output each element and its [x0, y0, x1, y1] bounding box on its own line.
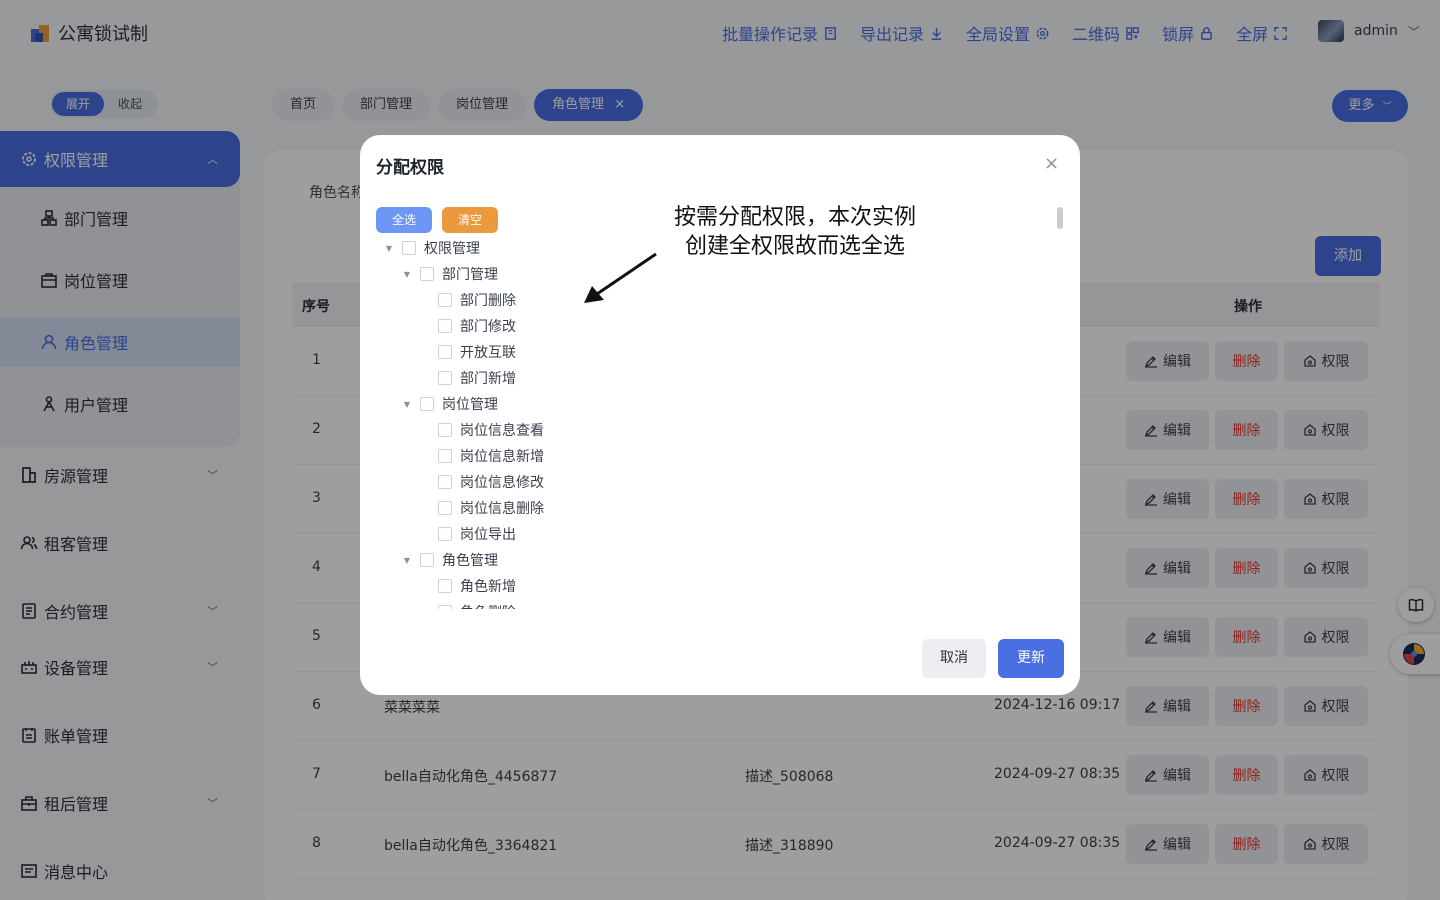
tree-node-label: 部门删除 — [460, 293, 516, 309]
annotation-arrow — [584, 252, 657, 303]
permission-tree: ▼ 权限管理 ▼ 部门管理部门删除部门修改开放互联部门新增 ▼ 岗位管理岗位信息查看 岗位信… — [376, 235, 1036, 609]
tree-node[interactable]: 岗位信息新增 — [420, 443, 544, 469]
tree-node[interactable]: ▼ 部门管理 — [402, 261, 498, 287]
tree-node[interactable]: 岗位信息查看 — [420, 417, 544, 443]
tree-node[interactable]: ▼ 岗位管理 — [402, 391, 498, 417]
tree-node-label: 岗位信息删除 — [460, 501, 544, 517]
tree-checkbox[interactable] — [420, 397, 434, 411]
tree-checkbox[interactable] — [438, 579, 452, 593]
tree-checkbox[interactable] — [438, 319, 452, 333]
tree-node-label: 角色新增 — [460, 579, 516, 595]
tree-checkbox[interactable] — [438, 423, 452, 437]
caret-down-icon[interactable]: ▼ — [402, 270, 412, 279]
tree-node-label: 部门管理 — [442, 267, 498, 283]
dialog-title: 分配权限 — [376, 158, 444, 178]
tree-node-label: 权限管理 — [424, 241, 480, 257]
update-button[interactable]: 更新 — [998, 639, 1064, 678]
clear-button[interactable]: 清空 — [442, 207, 498, 233]
tree-node-label: 岗位管理 — [442, 397, 498, 413]
tree-node-label: 角色管理 — [442, 553, 498, 569]
tree-node-label: 岗位信息查看 — [460, 423, 544, 439]
tree-node-label: 部门修改 — [460, 319, 516, 335]
tree-node[interactable]: 部门新增 — [420, 365, 516, 391]
annotation-line-2: 创建全权限故而选全选 — [684, 234, 905, 259]
tree-node[interactable]: 岗位导出 — [420, 521, 516, 547]
annotation-text: 按需分配权限，本次实例 创建全权限故而选全选 — [640, 203, 950, 261]
tree-checkbox[interactable] — [438, 605, 452, 609]
tree-node[interactable]: ▼ 角色管理 — [402, 547, 498, 573]
tree-checkbox[interactable] — [420, 267, 434, 281]
tree-node[interactable]: 岗位信息删除 — [420, 495, 544, 521]
tree-node-label: 岗位导出 — [460, 527, 516, 543]
tree-checkbox[interactable] — [438, 527, 452, 541]
annotation-line-1: 按需分配权限，本次实例 — [673, 205, 916, 230]
assign-permission-dialog: 分配权限 × 全选 清空 ▼ 权限管理 ▼ 部门管理 部门删除 部门修改 开放互联 部门新增 ▼… — [360, 135, 1080, 695]
tree-node[interactable]: 角色新增 — [420, 573, 516, 599]
select-all-button[interactable]: 全选 — [376, 207, 432, 233]
tree-checkbox[interactable] — [438, 345, 452, 359]
tree-checkbox[interactable] — [438, 475, 452, 489]
tree-checkbox[interactable] — [438, 501, 452, 515]
tree-node[interactable]: 部门修改 — [420, 313, 516, 339]
tree-node-label: 部门新增 — [460, 371, 516, 387]
tree-node-label: 岗位信息新增 — [460, 449, 544, 465]
tree-node[interactable]: 角色删除 — [420, 599, 516, 609]
caret-down-icon[interactable]: ▼ — [402, 556, 412, 565]
tree-node[interactable]: 部门删除 — [420, 287, 516, 313]
tree-checkbox[interactable] — [438, 449, 452, 463]
tree-node-label: 开放互联 — [460, 345, 516, 361]
cancel-button[interactable]: 取消 — [922, 639, 986, 678]
caret-down-icon[interactable]: ▼ — [402, 400, 412, 409]
scrollbar[interactable] — [1057, 207, 1063, 229]
tree-checkbox[interactable] — [402, 241, 416, 255]
tree-node-label: 岗位信息修改 — [460, 475, 544, 491]
caret-down-icon[interactable]: ▼ — [384, 244, 394, 253]
tree-checkbox[interactable] — [420, 553, 434, 567]
tree-node[interactable]: ▼ 权限管理 — [384, 235, 480, 261]
tree-checkbox[interactable] — [438, 371, 452, 385]
tree-node[interactable]: 开放互联 — [420, 339, 516, 365]
tree-node[interactable]: 岗位信息修改 — [420, 469, 544, 495]
close-icon[interactable]: × — [1044, 155, 1059, 173]
tree-node-label: 角色删除 — [460, 602, 516, 609]
tree-checkbox[interactable] — [438, 293, 452, 307]
